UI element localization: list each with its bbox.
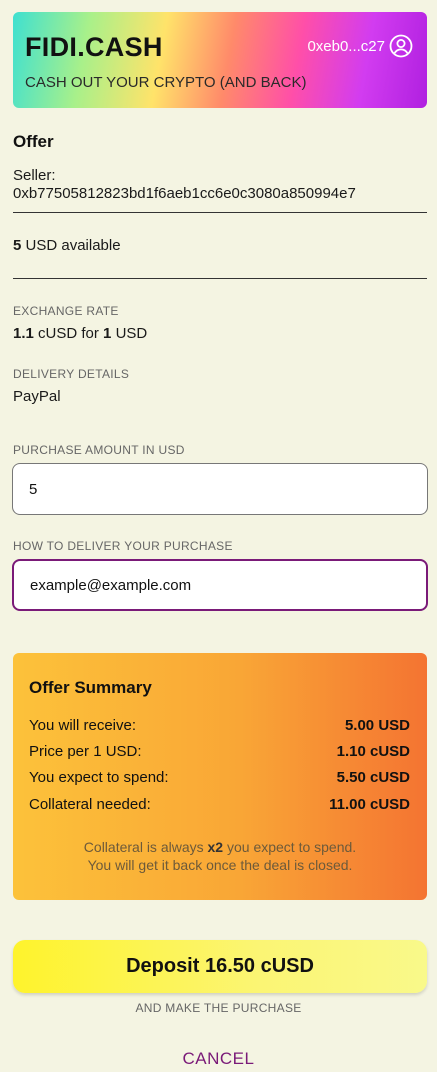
summary-row-label: You will receive: bbox=[29, 717, 136, 734]
summary-row-value: 5.00 USD bbox=[344, 717, 410, 734]
rate-unit: USD bbox=[115, 325, 148, 342]
summary-row-value: 11.00 cUSD bbox=[329, 796, 410, 813]
summary-row-label: Collateral needed: bbox=[29, 796, 151, 813]
summary-row: Price per 1 USD: 1.10 cUSD bbox=[29, 743, 410, 760]
collateral-note: Collateral is always x2 you expect to sp… bbox=[13, 838, 427, 857]
brand-logo[interactable]: FIDI.CASH bbox=[25, 32, 163, 63]
offer-title: Offer bbox=[13, 132, 54, 151]
delivery-method-label: HOW TO DELIVER YOUR PURCHASE bbox=[13, 539, 233, 553]
exchange-rate-label: EXCHANGE RATE bbox=[13, 304, 119, 318]
summary-row: You expect to spend: 5.50 cUSD bbox=[29, 769, 410, 786]
rate-mid: cUSD for bbox=[38, 325, 99, 342]
seller-label: Seller: bbox=[13, 167, 56, 184]
collateral-note-line2: You will get it back once the deal is cl… bbox=[87, 857, 353, 873]
purchase-amount-input[interactable]: 5 bbox=[12, 463, 428, 515]
tagline: CASH OUT YOUR CRYPTO (AND BACK) bbox=[25, 74, 307, 91]
summary-row-value: 1.10 cUSD bbox=[336, 743, 410, 760]
exchange-rate-value: 1.1 cUSD for 1 USD bbox=[13, 325, 147, 342]
deposit-button[interactable]: Deposit 16.50 cUSD bbox=[13, 940, 427, 993]
purchase-amount-label: PURCHASE AMOUNT IN USD bbox=[13, 443, 185, 457]
delivery-method-input[interactable]: example@example.com bbox=[12, 559, 428, 611]
available-text: USD available bbox=[25, 237, 121, 254]
rate-base: 1 bbox=[103, 325, 112, 342]
offer-summary-card: Offer Summary You will receive: 5.00 USD… bbox=[13, 653, 427, 900]
delivery-details-label: DELIVERY DETAILS bbox=[13, 367, 130, 381]
collateral-note-post: you expect to spend. bbox=[226, 839, 357, 855]
account-circle-icon[interactable] bbox=[389, 34, 413, 58]
wallet-address[interactable]: 0xeb0...c27 bbox=[307, 38, 385, 55]
delivery-details-value: PayPal bbox=[13, 388, 61, 405]
seller-address: 0xb77505812823bd1f6aeb1cc6e0c3080a850994… bbox=[13, 185, 356, 202]
summary-row-value: 5.50 cUSD bbox=[336, 769, 410, 786]
divider bbox=[13, 212, 427, 213]
rate-value: 1.1 bbox=[13, 325, 34, 342]
summary-title: Offer Summary bbox=[29, 678, 152, 697]
summary-row-label: You expect to spend: bbox=[29, 769, 169, 786]
summary-row-label: Price per 1 USD: bbox=[29, 743, 142, 760]
cancel-button[interactable]: CANCEL bbox=[0, 1049, 437, 1069]
collateral-multiplier: x2 bbox=[207, 839, 224, 855]
summary-row: You will receive: 5.00 USD bbox=[29, 717, 410, 734]
available-value: 5 bbox=[13, 237, 22, 254]
summary-row: Collateral needed: 11.00 cUSD bbox=[29, 796, 410, 813]
available-amount: 5 USD available bbox=[13, 237, 121, 254]
divider bbox=[13, 278, 427, 279]
app-header: FIDI.CASH CASH OUT YOUR CRYPTO (AND BACK… bbox=[13, 12, 427, 108]
collateral-note-pre: Collateral is always bbox=[83, 839, 204, 855]
deposit-subtitle: AND MAKE THE PURCHASE bbox=[135, 1001, 302, 1015]
